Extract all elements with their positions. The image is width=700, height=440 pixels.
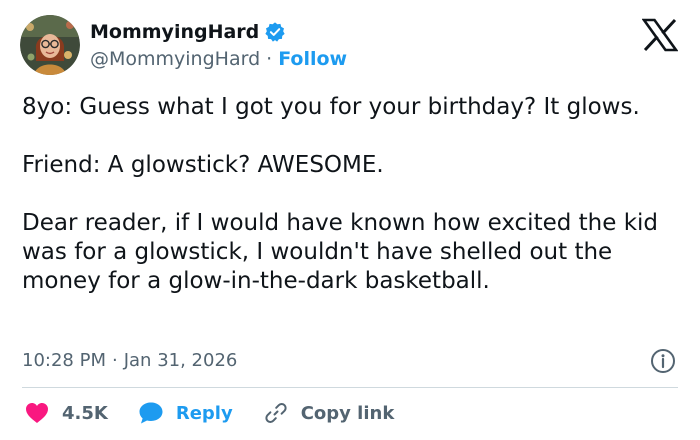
x-logo-icon[interactable]	[641, 18, 679, 52]
copy-link-button[interactable]: Copy link	[263, 400, 395, 426]
copy-link-label: Copy link	[300, 402, 395, 424]
timestamp-separator: ·	[111, 349, 118, 371]
speech-bubble-icon	[138, 400, 164, 426]
post-paragraph: Friend: A glowstick? AWESOME.	[22, 152, 384, 178]
author-handle[interactable]: @MommyingHard	[90, 48, 260, 70]
avatar-illustration	[20, 15, 80, 75]
handle-separator: ·	[266, 48, 273, 70]
info-icon[interactable]	[650, 348, 676, 374]
author-handle-row: @MommyingHard · Follow	[90, 47, 347, 71]
post-timestamp[interactable]: 10:28 PM · Jan 31, 2026	[22, 347, 237, 373]
author-name-row: MommyingHard	[90, 20, 286, 44]
post-time: 10:28 PM	[22, 349, 106, 371]
author-display-name[interactable]: MommyingHard	[90, 21, 259, 43]
avatar[interactable]	[20, 15, 80, 75]
link-icon	[263, 400, 289, 426]
divider	[22, 387, 678, 388]
reply-label: Reply	[175, 402, 233, 424]
post-paragraph: 8yo: Guess what I got you for your birth…	[22, 94, 640, 120]
post-date: Jan 31, 2026	[123, 349, 238, 371]
verified-badge-icon	[264, 21, 286, 43]
action-bar: 4.5K Reply Copy link	[24, 398, 424, 428]
post-card: MommyingHard @MommyingHard · Follow 8yo:…	[0, 0, 700, 440]
heart-icon	[24, 400, 50, 426]
reply-button[interactable]: Reply	[138, 400, 233, 426]
post-text: 8yo: Guess what I got you for your birth…	[22, 93, 672, 296]
follow-button[interactable]: Follow	[278, 48, 347, 70]
like-count: 4.5K	[62, 402, 108, 424]
post-paragraph: Dear reader, if I would have known how e…	[22, 210, 659, 294]
like-button[interactable]: 4.5K	[24, 400, 108, 426]
